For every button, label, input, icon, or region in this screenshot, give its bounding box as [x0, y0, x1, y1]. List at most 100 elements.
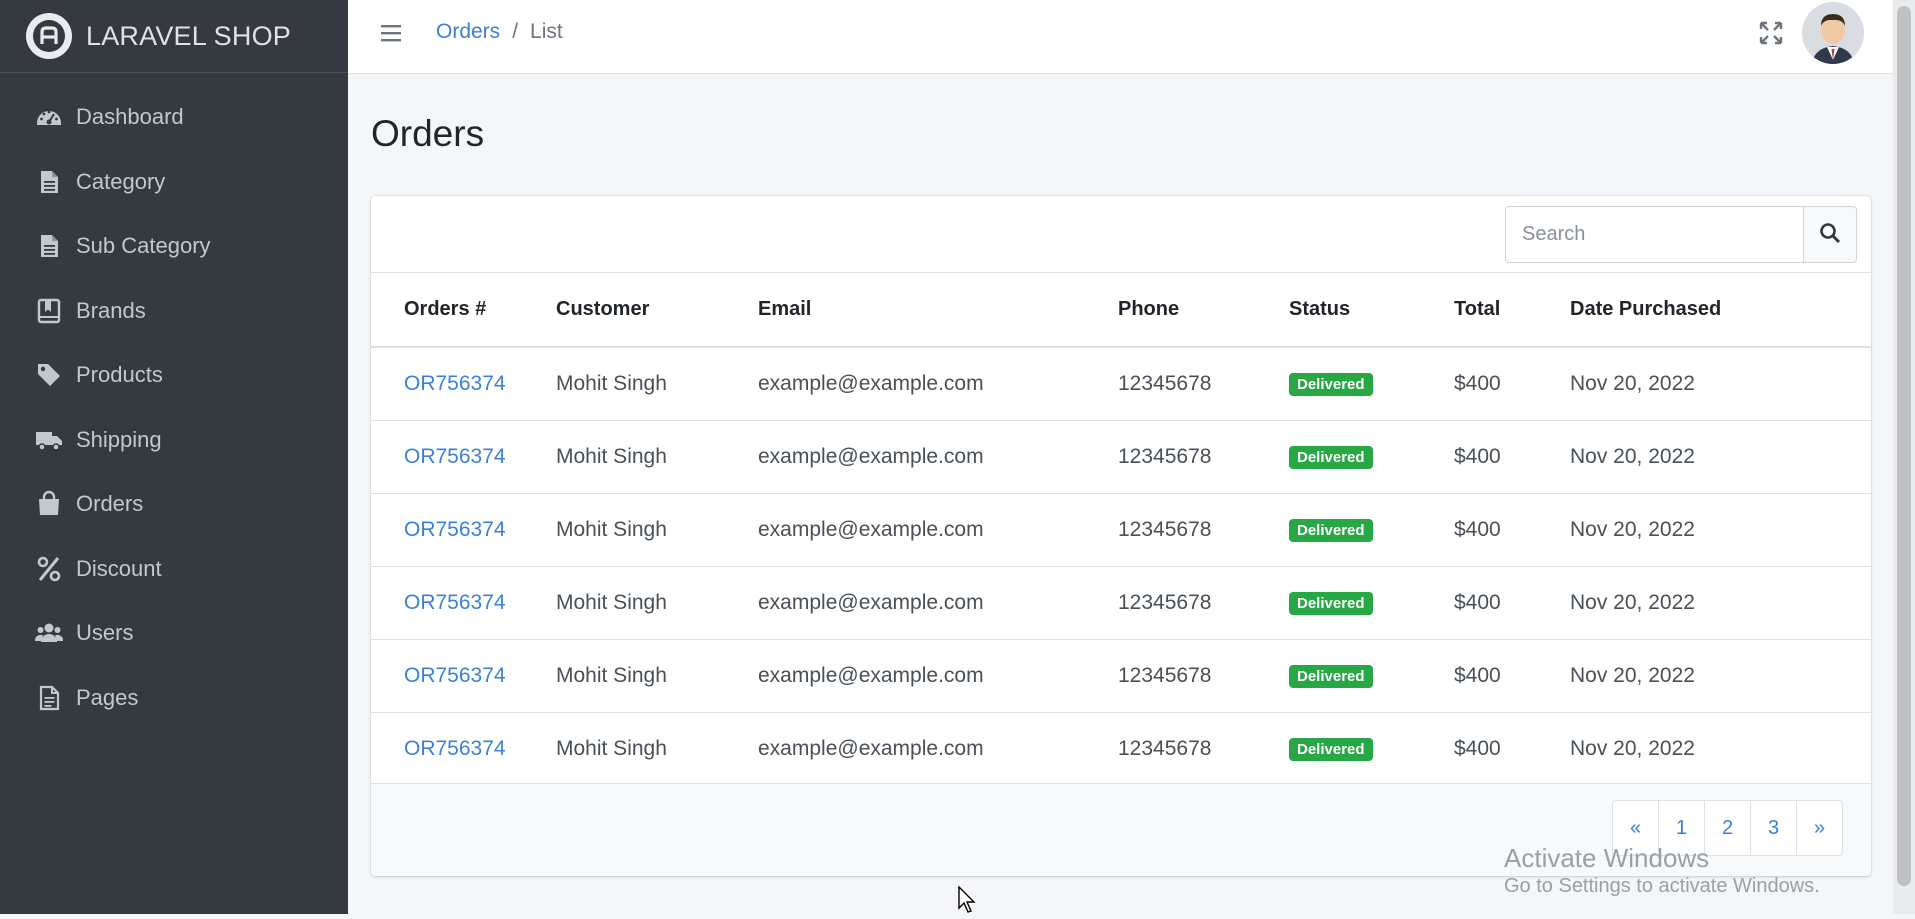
sidebar-item-users[interactable]: Users	[0, 601, 348, 666]
sidebar-item-orders[interactable]: Orders	[0, 472, 348, 537]
total-cell: $400	[1454, 663, 1501, 687]
sidebar-item-label: Orders	[76, 491, 144, 517]
phone-cell: 12345678	[1118, 444, 1212, 468]
file-lines-icon	[34, 683, 64, 713]
breadcrumb-separator: /	[512, 20, 519, 43]
card-header	[371, 196, 1871, 273]
status-cell: Delivered	[1289, 639, 1454, 712]
page-title: Orders	[371, 113, 485, 154]
date-cell: Nov 20, 2022	[1570, 371, 1695, 395]
search-input[interactable]	[1506, 207, 1803, 262]
dashboard-icon	[34, 102, 64, 132]
customer-cell: Mohit Singh	[556, 590, 667, 614]
hamburger-menu-icon[interactable]	[378, 19, 406, 47]
column-header-customer[interactable]: Customer	[556, 273, 758, 347]
search-button[interactable]	[1803, 207, 1856, 262]
email-cell: example@example.com	[758, 444, 984, 468]
watermark-title: Activate Windows	[1504, 843, 1710, 873]
percent-icon	[34, 554, 64, 584]
sidebar-item-label: Sub Category	[76, 233, 211, 259]
sidebar-nav: Dashboard Category Sub Category Brands P…	[0, 73, 348, 730]
sidebar-item-label: Dashboard	[76, 104, 184, 130]
date-cell: Nov 20, 2022	[1570, 444, 1695, 468]
customer-cell: Mohit Singh	[556, 371, 667, 395]
total-cell: $400	[1454, 444, 1501, 468]
status-cell: Delivered	[1289, 420, 1454, 493]
sidebar-item-brands[interactable]: Brands	[0, 279, 348, 344]
table-row: OR756374 Mohit Singh example@example.com…	[371, 420, 1871, 493]
scrollbar-thumb[interactable]	[1897, 6, 1911, 886]
phone-cell: 12345678	[1118, 517, 1212, 541]
order-number-link[interactable]: OR756374	[371, 566, 556, 639]
breadcrumb-link-orders[interactable]: Orders	[436, 20, 500, 44]
bookmark-book-icon	[34, 296, 64, 326]
watermark-subtitle: Go to Settings to activate Windows.	[1504, 875, 1820, 897]
sidebar-item-label: Brands	[76, 297, 146, 323]
brand[interactable]: LARAVEL SHOP	[0, 0, 348, 73]
status-badge: Delivered	[1289, 373, 1373, 397]
page-scrollbar[interactable]	[1893, 0, 1915, 914]
phone-cell: 12345678	[1118, 663, 1212, 687]
orders-table: Orders # Customer Email Phone Status Tot…	[371, 273, 1871, 785]
column-header-total[interactable]: Total	[1454, 273, 1570, 347]
phone-cell: 12345678	[1118, 590, 1212, 614]
customer-cell: Mohit Singh	[556, 517, 667, 541]
order-number-link[interactable]: OR756374	[371, 712, 556, 785]
shopping-bag-icon	[34, 489, 64, 519]
file-icon	[34, 167, 64, 197]
order-number-link[interactable]: OR756374	[371, 420, 556, 493]
date-cell: Nov 20, 2022	[1570, 517, 1695, 541]
sidebar-item-label: Products	[76, 362, 163, 388]
sidebar-item-pages[interactable]: Pages	[0, 666, 348, 731]
status-badge: Delivered	[1289, 446, 1373, 469]
column-header-email[interactable]: Email	[758, 273, 1118, 347]
email-cell: example@example.com	[758, 517, 984, 541]
brand-logo-icon	[26, 13, 72, 59]
sidebar-item-dashboard[interactable]: Dashboard	[0, 85, 348, 150]
phone-cell: 12345678	[1118, 736, 1212, 760]
sidebar-item-label: Category	[76, 168, 166, 194]
customer-cell: Mohit Singh	[556, 736, 667, 760]
table-row: OR756374 Mohit Singh example@example.com…	[371, 347, 1871, 420]
total-cell: $400	[1454, 736, 1501, 760]
sidebar-item-label: Discount	[76, 555, 162, 581]
breadcrumb-current: List	[530, 20, 563, 43]
search-group	[1505, 206, 1857, 263]
column-header-status[interactable]: Status	[1289, 273, 1454, 347]
order-number-link[interactable]: OR756374	[371, 347, 556, 420]
table-row: OR756374 Mohit Singh example@example.com…	[371, 493, 1871, 566]
status-badge: Delivered	[1289, 738, 1373, 762]
orders-card: Orders # Customer Email Phone Status Tot…	[371, 196, 1871, 876]
mouse-cursor-icon	[958, 885, 978, 919]
file-icon	[34, 231, 64, 261]
customer-cell: Mohit Singh	[556, 444, 667, 468]
total-cell: $400	[1454, 371, 1501, 395]
email-cell: example@example.com	[758, 590, 984, 614]
brand-name: LARAVEL SHOP	[86, 20, 291, 51]
column-header-order[interactable]: Orders #	[371, 273, 556, 347]
status-cell: Delivered	[1289, 712, 1454, 785]
column-header-date[interactable]: Date Purchased	[1570, 273, 1871, 347]
fullscreen-expand-icon[interactable]	[1758, 20, 1784, 46]
windows-activation-watermark: Activate Windows Go to Settings to activ…	[1504, 843, 1820, 899]
sidebar-item-category[interactable]: Category	[0, 150, 348, 215]
user-avatar[interactable]	[1802, 2, 1864, 64]
table-row: OR756374 Mohit Singh example@example.com…	[371, 639, 1871, 712]
total-cell: $400	[1454, 517, 1501, 541]
status-badge: Delivered	[1289, 592, 1373, 615]
table-row: OR756374 Mohit Singh example@example.com…	[371, 712, 1871, 785]
sidebar-item-shipping[interactable]: Shipping	[0, 408, 348, 473]
sidebar-item-label: Users	[76, 620, 134, 646]
sidebar: LARAVEL SHOP Dashboard Category Sub Cate…	[0, 0, 348, 914]
users-icon	[34, 618, 64, 648]
email-cell: example@example.com	[758, 736, 984, 760]
status-cell: Delivered	[1289, 566, 1454, 639]
customer-cell: Mohit Singh	[556, 663, 667, 687]
column-header-phone[interactable]: Phone	[1118, 273, 1289, 347]
sidebar-item-sub-category[interactable]: Sub Category	[0, 214, 348, 279]
order-number-link[interactable]: OR756374	[371, 639, 556, 712]
sidebar-item-products[interactable]: Products	[0, 343, 348, 408]
sidebar-item-discount[interactable]: Discount	[0, 537, 348, 602]
total-cell: $400	[1454, 590, 1501, 614]
order-number-link[interactable]: OR756374	[371, 493, 556, 566]
